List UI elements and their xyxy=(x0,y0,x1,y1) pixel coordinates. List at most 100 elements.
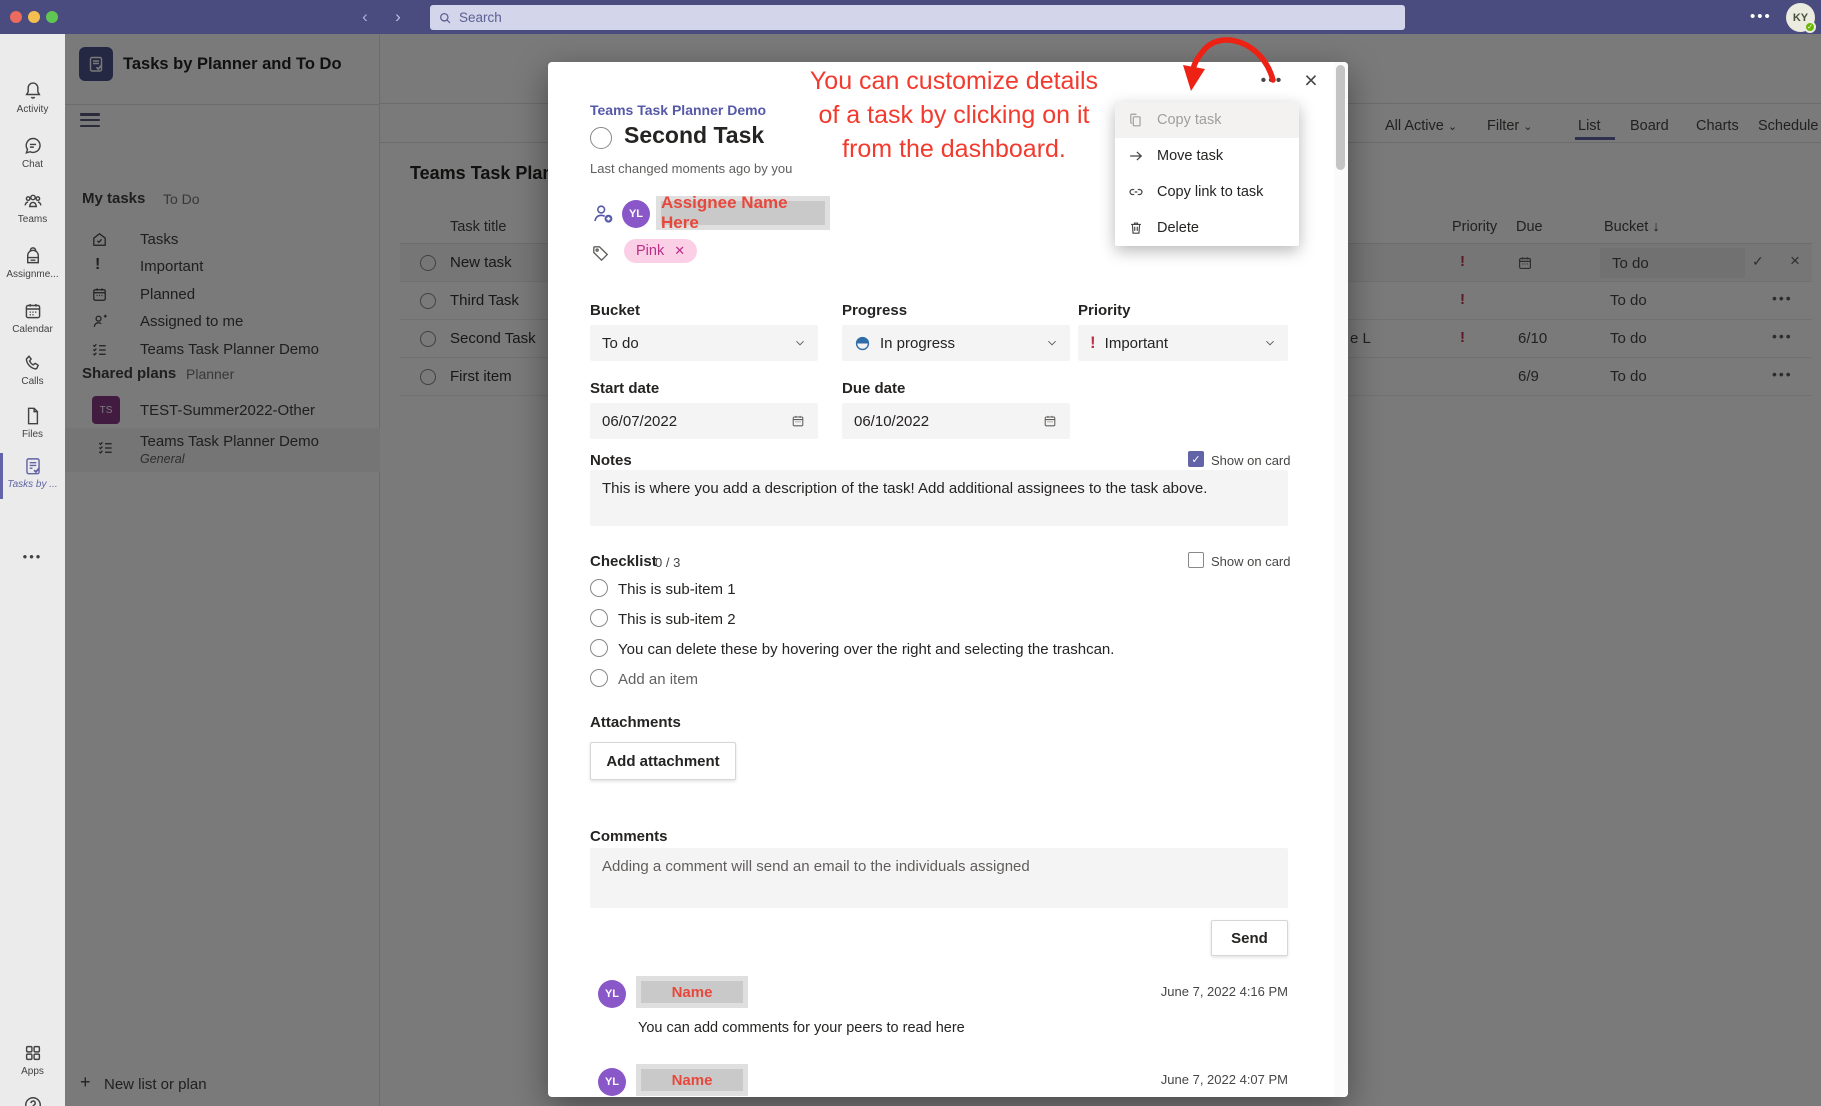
due-date-field[interactable]: 06/10/2022 xyxy=(842,403,1070,439)
rail-more-icon[interactable]: ••• xyxy=(0,549,65,564)
checklist-item[interactable]: This is sub-item 2 xyxy=(618,611,736,628)
search-input[interactable] xyxy=(459,10,1359,25)
label-pill-pink[interactable]: Pink ✕ xyxy=(624,239,697,263)
status-available-icon: ✓ xyxy=(1804,21,1816,33)
help-icon xyxy=(22,1094,44,1106)
task-options-menu: Copy task Move task Copy link to task De… xyxy=(1115,102,1299,246)
rail-item-calls[interactable]: Calls xyxy=(0,352,65,387)
in-progress-icon xyxy=(854,335,871,352)
calendar-icon xyxy=(22,300,44,322)
checklist-item-circle[interactable] xyxy=(590,639,608,657)
show-on-card-label: Show on card xyxy=(1211,453,1291,468)
add-item-circle[interactable] xyxy=(590,669,608,687)
notes-textarea[interactable]: This is where you add a description of t… xyxy=(590,470,1288,526)
menu-item-move-task[interactable]: Move task xyxy=(1115,138,1299,174)
notes-show-on-card-checkbox[interactable]: ✓ xyxy=(1188,451,1204,467)
start-date-field[interactable]: 06/07/2022 xyxy=(590,403,818,439)
checklist-item[interactable]: You can delete these by hovering over th… xyxy=(618,641,1114,658)
tag-icon xyxy=(590,243,611,269)
remove-label-icon[interactable]: ✕ xyxy=(674,243,685,259)
active-rail-indicator xyxy=(0,453,3,499)
comment-avatar: YL xyxy=(598,1068,626,1096)
checklist-item-circle[interactable] xyxy=(590,579,608,597)
modal-scrollbar-track[interactable] xyxy=(1334,62,1348,1097)
back-button[interactable]: ‹ xyxy=(355,7,375,27)
teams-app-window: ‹ › ••• KY ✓ Activity Chat Teams Assignm… xyxy=(0,0,1821,1106)
rail-item-tasks-by-planner[interactable]: Tasks by ... xyxy=(0,455,65,490)
checklist-count: 0 / 3 xyxy=(655,555,680,570)
due-date-label: Due date xyxy=(842,380,905,397)
rail-item-apps[interactable]: Apps xyxy=(0,1042,65,1077)
attachments-label: Attachments xyxy=(590,714,681,731)
annotation-text: You can customize details of a task by c… xyxy=(798,64,1110,166)
apps-grid-icon xyxy=(22,1042,44,1064)
bucket-select[interactable]: To do xyxy=(590,325,818,361)
macos-zoom-button[interactable] xyxy=(46,11,58,23)
annotation-arrow xyxy=(1180,28,1300,108)
progress-select[interactable]: In progress xyxy=(842,325,1070,361)
chat-icon xyxy=(22,135,44,157)
comment-input[interactable]: Adding a comment will send an email to t… xyxy=(590,848,1288,908)
add-an-item-button[interactable]: Add an item xyxy=(618,671,698,688)
important-exclamation-icon: ! xyxy=(1090,333,1096,353)
last-changed-text: Last changed moments ago by you xyxy=(590,161,792,176)
rail-item-teams[interactable]: Teams xyxy=(0,190,65,225)
complete-task-circle[interactable] xyxy=(590,127,612,149)
rail-item-chat[interactable]: Chat xyxy=(0,135,65,170)
notes-label: Notes xyxy=(590,452,632,469)
chevron-down-icon xyxy=(1264,337,1276,349)
comment-timestamp: June 7, 2022 4:16 PM xyxy=(1088,984,1288,999)
chevron-down-icon xyxy=(1046,337,1058,349)
rail-item-calendar[interactable]: Calendar xyxy=(0,300,65,335)
forward-button[interactable]: › xyxy=(388,7,408,27)
calendar-icon xyxy=(790,413,806,429)
tasks-clipboard-icon xyxy=(22,455,44,477)
comment-author-redacted: Name xyxy=(636,976,748,1008)
search-bar[interactable] xyxy=(430,5,1405,30)
trash-icon xyxy=(1127,219,1145,237)
comment-avatar: YL xyxy=(598,980,626,1008)
search-icon xyxy=(438,11,452,25)
task-title[interactable]: Second Task xyxy=(624,122,764,149)
checklist-item[interactable]: This is sub-item 1 xyxy=(618,581,736,598)
priority-label: Priority xyxy=(1078,302,1131,319)
titlebar-more-icon[interactable]: ••• xyxy=(1750,8,1772,25)
people-icon xyxy=(22,190,44,212)
start-date-label: Start date xyxy=(590,380,659,397)
rail-item-help[interactable]: Help xyxy=(0,1094,65,1106)
assignee-avatar[interactable]: YL xyxy=(622,200,650,228)
bucket-label: Bucket xyxy=(590,302,640,319)
arrow-right-icon xyxy=(1127,147,1145,165)
menu-item-copy-link[interactable]: Copy link to task xyxy=(1115,174,1299,210)
chevron-down-icon xyxy=(794,337,806,349)
progress-label: Progress xyxy=(842,302,907,319)
comment-text: You can add comments for your peers to r… xyxy=(638,1020,965,1036)
add-attachment-button[interactable]: Add attachment xyxy=(590,742,736,780)
send-button[interactable]: Send xyxy=(1211,920,1288,956)
priority-select[interactable]: ! Important xyxy=(1078,325,1288,361)
modal-scrollbar-thumb[interactable] xyxy=(1336,65,1345,170)
bell-icon xyxy=(22,80,44,102)
show-on-card-label: Show on card xyxy=(1211,554,1291,569)
rail-item-assignments[interactable]: Assignme... xyxy=(0,245,65,280)
plan-breadcrumb-link[interactable]: Teams Task Planner Demo xyxy=(590,102,766,118)
checklist-show-on-card-checkbox[interactable] xyxy=(1188,552,1204,568)
copy-icon xyxy=(1127,111,1145,129)
calendar-icon xyxy=(1042,413,1058,429)
backpack-icon xyxy=(22,245,44,267)
link-icon xyxy=(1127,183,1145,201)
checklist-label: Checklist xyxy=(590,553,657,570)
comment-timestamp: June 7, 2022 4:07 PM xyxy=(1088,1072,1288,1087)
menu-item-delete[interactable]: Delete xyxy=(1115,210,1299,246)
comment-author-redacted: Name xyxy=(636,1064,748,1096)
rail-item-files[interactable]: Files xyxy=(0,405,65,440)
app-rail: Activity Chat Teams Assignme... Calendar… xyxy=(0,34,65,1106)
rail-item-activity[interactable]: Activity xyxy=(0,80,65,115)
comments-label: Comments xyxy=(590,828,668,845)
macos-minimize-button[interactable] xyxy=(28,11,40,23)
add-assignee-icon[interactable] xyxy=(590,201,616,232)
checklist-item-circle[interactable] xyxy=(590,609,608,627)
file-icon xyxy=(22,405,44,427)
macos-close-button[interactable] xyxy=(10,11,22,23)
title-bar: ‹ › ••• KY ✓ xyxy=(0,0,1821,34)
